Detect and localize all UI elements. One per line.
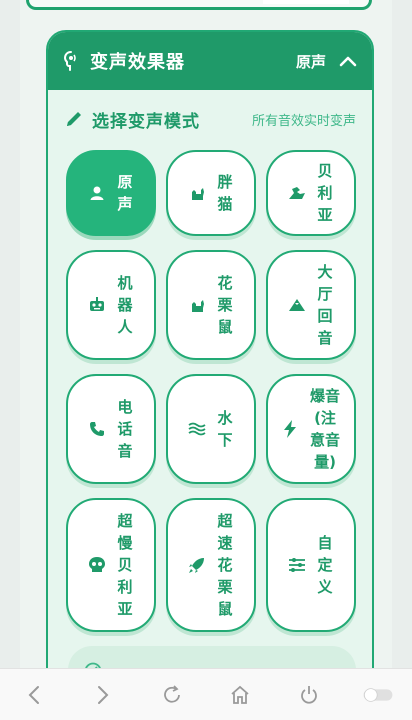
toggle-switch[interactable]	[362, 679, 394, 711]
thumbnail	[263, 0, 349, 4]
mode-button-robot[interactable]: 机器人	[66, 250, 156, 360]
cat-icon	[188, 296, 206, 314]
panel-header[interactable]: 变声效果器 原声	[48, 32, 372, 90]
bolt-icon	[281, 420, 299, 438]
dragon-icon	[288, 184, 306, 202]
pencil-icon	[64, 109, 84, 129]
mode-label: 超速花栗鼠	[217, 512, 233, 618]
cat-icon	[188, 184, 206, 202]
mode-button-super-fast-chipmunk[interactable]: 超速花栗鼠	[166, 498, 256, 632]
mode-label: 电话音	[117, 398, 133, 460]
mode-label: 花栗鼠	[217, 274, 233, 336]
voice-changer-panel: 变声效果器 原声 选择变声模式 所有音效实时变声 原声 胖猫 贝利亚 机器人 花…	[46, 30, 374, 690]
sliders-icon	[288, 556, 306, 574]
mode-button-fat-cat[interactable]: 胖猫	[166, 150, 256, 236]
mode-button-super-slow-belial[interactable]: 超慢贝利亚	[66, 498, 156, 632]
mode-button-chipmunk[interactable]: 花栗鼠	[166, 250, 256, 360]
chevron-up-icon[interactable]	[338, 51, 358, 71]
mode-button-telephone[interactable]: 电话音	[66, 374, 156, 484]
rocket-icon	[188, 556, 206, 574]
skull-icon	[88, 556, 106, 574]
browser-toolbar	[0, 668, 412, 720]
section-title: 选择变声模式	[92, 111, 200, 132]
mode-label: 贝利亚	[317, 162, 333, 224]
mode-label: 超慢贝利亚	[117, 512, 133, 618]
section-note: 所有音效实时变声	[251, 113, 356, 129]
mode-label: 原声	[117, 173, 133, 213]
water-icon	[188, 420, 206, 438]
mode-label: 胖猫	[217, 173, 233, 213]
forward-icon[interactable]	[87, 679, 119, 711]
mode-label: 大厅回音	[317, 263, 333, 347]
mode-button-belial[interactable]: 贝利亚	[266, 150, 356, 236]
robot-icon	[88, 296, 106, 314]
mode-button-original[interactable]: 原声	[66, 150, 156, 236]
mode-button-underwater[interactable]: 水下	[166, 374, 256, 484]
user-icon	[88, 184, 106, 202]
mountain-icon	[288, 296, 306, 314]
mode-button-custom[interactable]: 自定义	[266, 498, 356, 632]
previous-card	[26, 0, 372, 10]
mode-label: 爆音(注意音量)	[309, 387, 340, 471]
phone-icon	[88, 420, 106, 438]
voice-changer-icon	[62, 50, 80, 72]
mode-label: 自定义	[317, 534, 333, 596]
power-icon[interactable]	[293, 679, 325, 711]
mode-section-header: 选择变声模式 所有音效实时变声	[48, 90, 372, 148]
back-icon[interactable]	[18, 679, 50, 711]
current-mode-label: 原声	[295, 52, 326, 71]
mode-label: 水下	[217, 409, 233, 449]
mode-button-distortion[interactable]: 爆音(注意音量)	[266, 374, 356, 484]
mode-button-hall-echo[interactable]: 大厅回音	[266, 250, 356, 360]
reload-icon[interactable]	[156, 679, 188, 711]
mode-label: 机器人	[117, 274, 133, 336]
home-icon[interactable]	[224, 679, 256, 711]
panel-title: 变声效果器	[90, 52, 185, 73]
